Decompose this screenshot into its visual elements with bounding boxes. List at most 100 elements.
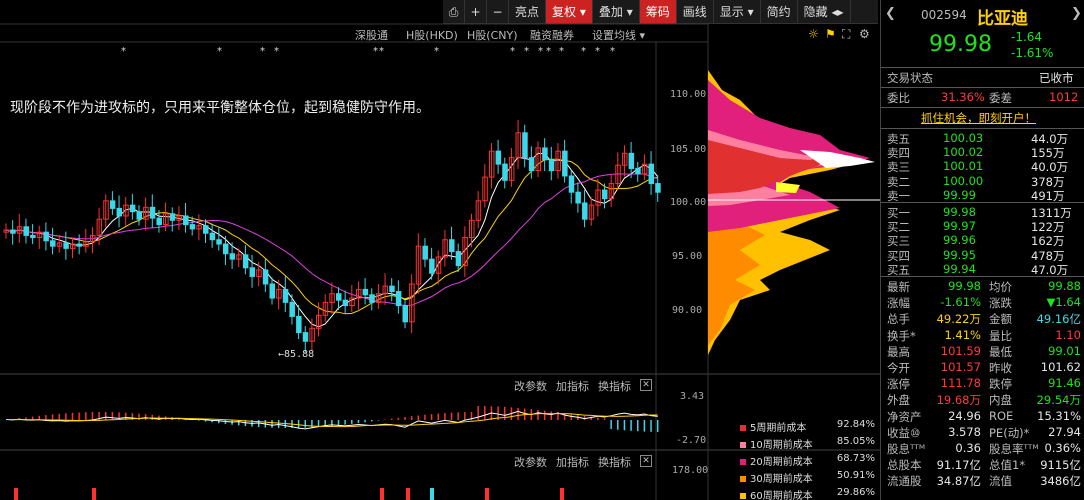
event-marker: * xyxy=(610,46,615,57)
event-marker: * xyxy=(581,46,586,57)
candle-body xyxy=(63,242,69,249)
next-stock-icon[interactable]: ❯ xyxy=(1071,6,1082,21)
stat-label: 流值 xyxy=(989,474,1012,489)
ind2-add-indicator[interactable]: 加指标 xyxy=(556,454,589,470)
bid-price: 99.98 xyxy=(943,205,976,219)
open-account-link[interactable]: 抓住机会，即刻开户！ xyxy=(921,110,1036,126)
stat-label: 总值1* xyxy=(989,458,1026,473)
stat-label: 总手 xyxy=(887,312,910,327)
stat-value: 99.01 xyxy=(1048,343,1081,358)
candle-body xyxy=(429,258,435,274)
ask-price: 100.00 xyxy=(943,173,984,188)
ind1-edit-params[interactable]: 改参数 xyxy=(514,378,547,394)
stat-label: 均价 xyxy=(989,280,1012,294)
candle-body xyxy=(562,150,568,177)
stat-value: 0.36 xyxy=(955,441,981,455)
stat-label: 跌停 xyxy=(989,377,1012,392)
candle-body xyxy=(129,204,136,213)
stat-label: 换手* xyxy=(887,328,916,343)
stat-value: ▼1.64 xyxy=(1046,295,1081,310)
candle-body xyxy=(495,150,502,165)
bid-price: 99.95 xyxy=(943,247,976,262)
candle-body xyxy=(289,301,295,317)
ind2-close-icon[interactable]: ✕ xyxy=(640,455,652,467)
stat-value: 101.59 xyxy=(940,343,981,358)
flag-icon: ⚑ xyxy=(825,27,836,41)
prev-stock-icon[interactable]: ❮ xyxy=(885,6,896,21)
stat-value: 15.31% xyxy=(1037,408,1081,423)
strategy-notice: 现阶段不作为进攻标的，只用来平衡整体仓位，起到稳健防守作用。 xyxy=(10,100,430,116)
stat-label: 最高 xyxy=(887,344,910,359)
candle-body xyxy=(189,224,196,230)
stat-value: 3.578 xyxy=(948,424,981,439)
cost-legend-item: 20周期前成本 68.73% xyxy=(740,453,875,468)
stat-label: 流通股 xyxy=(887,474,922,489)
event-marker: * xyxy=(524,46,529,57)
candle-body xyxy=(582,202,588,220)
ind1-add-indicator[interactable]: 加指标 xyxy=(556,378,589,394)
stat-row: 收益⑩ 3.578 PE(动)* 27.94 xyxy=(881,425,1084,441)
ind1-close-icon[interactable]: ✕ xyxy=(640,379,652,391)
stat-label: 金额 xyxy=(989,312,1012,327)
cost-pct: 68.73% xyxy=(836,453,875,464)
candle-body xyxy=(203,225,209,234)
event-marker: * xyxy=(274,46,279,57)
stat-value: 19.68万 xyxy=(936,393,981,408)
stat-value: 101.57 xyxy=(940,360,981,374)
candle-body xyxy=(50,240,56,247)
stat-label: 股息ᵀᵀᴹ xyxy=(887,442,926,456)
legend-swatch xyxy=(740,459,746,465)
legend-swatch xyxy=(740,493,746,499)
volume-top-value: 178.00 xyxy=(672,465,709,476)
ask-price: 99.99 xyxy=(943,187,976,202)
candle-body xyxy=(282,288,289,303)
candle-body xyxy=(575,191,581,204)
cost-legend-item: 30周期前成本 50.91% xyxy=(740,470,875,485)
ind2-edit-params[interactable]: 改参数 xyxy=(514,454,547,470)
event-marker: * xyxy=(595,46,600,57)
stat-value: 29.54万 xyxy=(1036,393,1081,408)
candle-body xyxy=(568,175,575,193)
candle-body xyxy=(548,159,555,172)
candle-body xyxy=(23,226,29,236)
candle-body xyxy=(342,299,349,307)
ind2-switch-indicator[interactable]: 换指标 xyxy=(598,454,631,470)
candle-body xyxy=(262,269,269,285)
event-marker: * xyxy=(121,46,126,57)
cost-pct: 29.86% xyxy=(836,487,875,498)
weicha-value: 1012 xyxy=(1049,90,1079,104)
ind1-switch-indicator[interactable]: 换指标 xyxy=(598,378,631,394)
volume-bar xyxy=(430,488,434,500)
candle-body xyxy=(449,239,455,253)
candle-body xyxy=(269,283,275,299)
volume-bar xyxy=(380,488,384,500)
ask-price: 100.02 xyxy=(943,145,984,160)
low-price-marker: ←85.88 xyxy=(278,349,315,360)
volume-bar xyxy=(560,488,564,500)
stat-row: 最新 99.98 均价 99.88 xyxy=(881,279,1084,295)
stat-value: 99.98 xyxy=(948,279,981,293)
stat-row: 净资产 24.96 ROE 15.31% xyxy=(881,409,1084,425)
candle-body xyxy=(369,294,375,303)
stat-label: ROE xyxy=(989,408,1014,423)
stat-value: 101.62 xyxy=(1040,360,1081,374)
stock-change: -1.64 xyxy=(1011,30,1043,44)
event-marker: * xyxy=(538,46,543,57)
stat-label: 净资产 xyxy=(887,409,922,424)
candle-body xyxy=(222,243,229,255)
fullscreen-icon: ⛶ xyxy=(841,27,851,41)
stat-row: 换手* 1.41% 量比 1.10 xyxy=(881,328,1084,344)
candle-body xyxy=(296,315,302,334)
stat-value: -1.61% xyxy=(940,295,981,310)
candle-body xyxy=(30,234,36,239)
event-marker: * xyxy=(379,46,384,57)
volume-bar xyxy=(14,488,18,500)
candle-body xyxy=(455,251,462,267)
volume-bar xyxy=(406,488,410,500)
stock-price: 99.98 xyxy=(929,32,992,57)
stat-row: 总股本 91.17亿 总值1* 9115亿 xyxy=(881,457,1084,473)
candle-body xyxy=(183,215,189,226)
stat-label: 外盘 xyxy=(887,393,910,408)
stat-row: 涨幅 -1.61% 涨跌 ▼1.64 xyxy=(881,295,1084,311)
stat-label: 涨幅 xyxy=(887,296,910,311)
